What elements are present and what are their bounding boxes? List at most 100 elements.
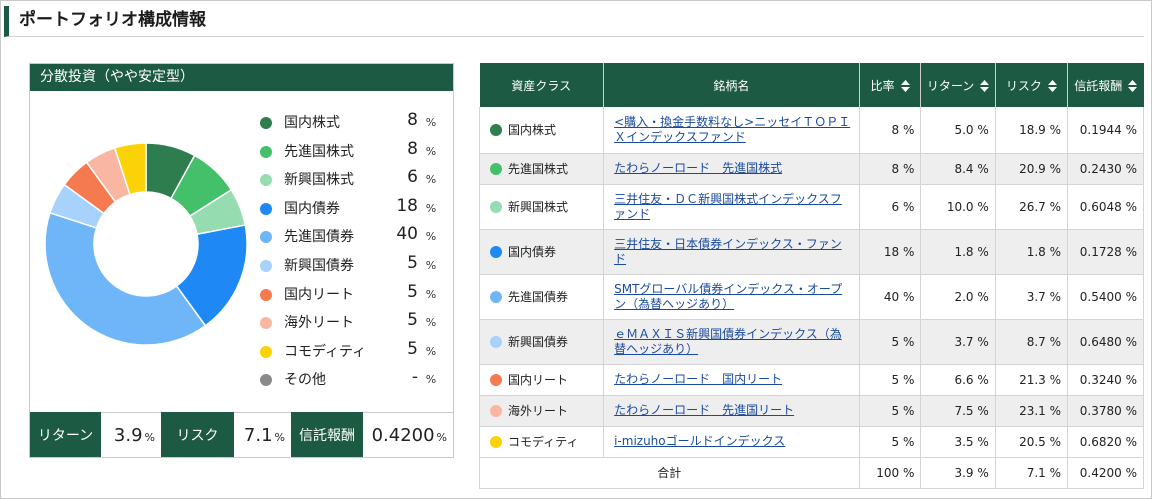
legend-item-name: その他 [284,372,326,389]
fund-name-cell: 三井住友・ＤＣ新興国株式インデックスファンド [603,184,860,230]
fee-cell: 0.3240 % [1067,364,1144,396]
fund-name-link[interactable]: 三井住友・ＤＣ新興国株式インデックスファンド [614,192,853,222]
return-cell: 2.0 % [920,274,996,320]
fund-name-link[interactable]: SMTグローバル債券インデックス・オープン（為替ヘッジあり） [614,282,853,312]
fee-cell: 0.2430 % [1067,153,1144,185]
legend-item-name: 新興国株式 [284,172,354,189]
legend-item-unit: % [425,116,437,129]
legend-color-dot [260,345,272,358]
fee-cell: 0.5400 % [1067,274,1144,320]
fund-name-link[interactable]: たわらノーロード 国内リート [614,372,782,387]
fund-name-cell: たわらノーロード 先進国リート [603,395,860,427]
allocation-donut-chart [44,142,248,346]
asset-class-cell: コモディティ [478,426,605,458]
fee-cell: 0.1944 % [1067,107,1144,154]
legend-item-name: コモディティ [284,343,367,360]
fee-cell: 0.6820 % [1067,426,1144,458]
legend-item-unit: % [425,173,437,187]
asset-class-label: 新興国債券 [508,335,569,349]
header-ratio[interactable]: 比率 [859,63,922,107]
legend-color-dot [260,317,272,330]
legend-color-dot [260,145,272,158]
legend-item: 国内債券 18% [260,196,440,225]
risk-cell: 20.5 % [995,426,1069,458]
asset-class-cell: 国内債券 [478,229,605,275]
asset-class-label: 先進国株式 [508,162,569,176]
fund-name-cell: SMTグローバル債券インデックス・オープン（為替ヘッジあり） [603,274,860,320]
allocation-card-title: 分散投資（やや安定型） [30,64,453,91]
table-row: 先進国株式 たわらノーロード 先進国株式 8 % 8.4 % 20.9 % 0.2430 … [478,153,1144,185]
sort-icon[interactable] [1128,80,1138,92]
risk-cell: 20.9 % [995,153,1069,185]
table-row: 新興国株式 三井住友・ＤＣ新興国株式インデックスファンド 6 % 10.0 % 26.7… [478,184,1144,230]
return-cell: 8.4 % [920,153,996,185]
asset-class-label: 国内リート [508,373,569,387]
risk-stat-label: リスク [161,412,234,457]
fee-stat-unit: % [436,430,447,444]
asset-class-label: 先進国債券 [508,290,569,304]
legend-item-unit: % [425,287,437,301]
legend-color-dot [260,374,272,387]
fund-name-cell: たわらノーロード 先進国株式 [603,153,860,185]
portfolio-stats: リターン 3.9% リスク 7.1% 信託報酬 0.4200% [30,412,453,457]
asset-class-label: 国内株式 [508,123,557,138]
header-risk[interactable]: リスク [995,63,1069,107]
total-return: 3.9 % [920,457,996,489]
return-stat-unit: % [144,430,155,444]
holdings-table: 資産クラス 銘柄名 比率 リターン リスク 信託報酬 国内株式 <購入・換金手数料… [478,63,1144,489]
legend-item-name: 先進国債券 [284,229,354,246]
table-row: 海外リート たわらノーロード 先進国リート 5 % 7.5 % 23.1 % 0.3780… [478,395,1144,427]
header-ratio-label: 比率 [870,78,895,93]
risk-cell: 1.8 % [995,229,1069,275]
legend-item-value: 5 [407,281,418,302]
header-risk-label: リスク [1005,78,1042,93]
holdings-table-body: 国内株式 <購入・換金手数料なし>ニッセイＴＯＰＩＸインデックスファンド 8 % 5.… [478,107,1144,458]
header-fee[interactable]: 信託報酬 [1067,63,1144,107]
return-cell: 1.8 % [920,229,996,275]
legend-item-value: - [411,367,418,388]
asset-class-color-dot [490,123,502,136]
fund-name-link[interactable]: たわらノーロード 先進国株式 [614,161,782,176]
legend-item: コモディティ 5% [260,339,440,368]
fund-name-link[interactable]: i-mizuhoゴールドインデックス [614,434,785,449]
table-row: 先進国債券 SMTグローバル債券インデックス・オープン（為替ヘッジあり） 40 % 2… [478,274,1144,320]
legend-color-dot [260,117,272,129]
ratio-cell: 5 % [859,364,922,396]
legend-item: 先進国債券 40% [260,224,440,253]
fund-name-link[interactable]: ｅＭＡＸＩＳ新興国債券インデックス（為替ヘッジあり） [614,327,853,357]
asset-class-label: 新興国株式 [508,200,569,214]
header-return[interactable]: リターン [920,63,996,107]
fund-name-cell: i-mizuhoゴールドインデックス [603,426,860,458]
asset-class-cell: 国内株式 [478,107,605,154]
return-stat-number: 3.9 [113,424,143,446]
sort-icon[interactable] [900,80,910,92]
fund-name-link[interactable]: 三井住友・日本債券インデックス・ファンド [614,237,853,267]
fee-stat-label: 信託報酬 [291,412,363,457]
legend-item: 新興国株式 6% [260,167,440,196]
sort-icon[interactable] [1047,80,1057,92]
ratio-cell: 5 % [859,426,922,458]
asset-class-color-dot [490,245,502,258]
legend-item-value: 40 [396,224,418,245]
sort-icon[interactable] [980,80,990,92]
fee-cell: 0.6048 % [1067,184,1144,230]
legend-item-value: 6 [407,167,418,188]
page-title: ポートフォリオ構成情報 [4,6,1144,37]
legend-item: 国内株式 8% [260,110,440,139]
fund-name-cell: ｅＭＡＸＩＳ新興国債券インデックス（為替ヘッジあり） [603,319,860,365]
table-row: 新興国債券 ｅＭＡＸＩＳ新興国債券インデックス（為替ヘッジあり） 5 % 3.7 % 8… [478,319,1144,365]
donut-slice [44,211,207,346]
return-stat-label: リターン [30,412,101,457]
ratio-cell: 18 % [859,229,922,275]
ratio-cell: 6 % [859,184,922,230]
asset-class-color-dot [490,435,502,448]
risk-cell: 23.1 % [995,395,1069,427]
risk-cell: 3.7 % [995,274,1069,320]
legend-item-name: 新興国債券 [284,257,354,274]
legend-item: 国内リート 5% [260,282,440,311]
total-row: 合計 100 % 3.9 % 7.1 % 0.4200 % [479,457,1144,489]
fund-name-link[interactable]: <購入・換金手数料なし>ニッセイＴＯＰＩＸインデックスファンド [614,115,853,145]
legend-color-dot [260,174,272,187]
legend-item-unit: % [425,344,437,358]
fund-name-link[interactable]: たわらノーロード 先進国リート [614,403,794,418]
